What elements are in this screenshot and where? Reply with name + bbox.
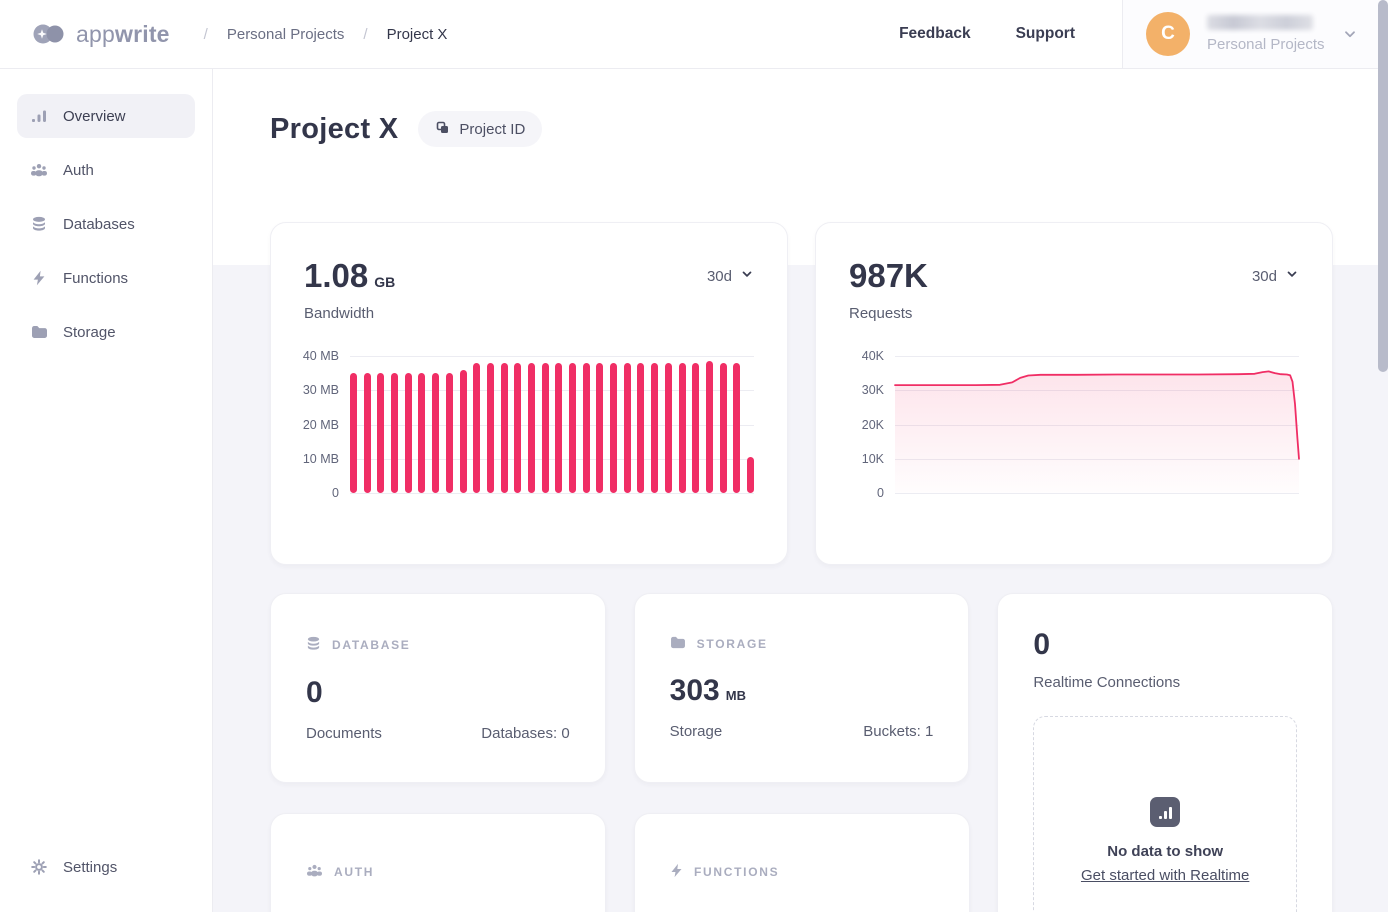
sidebar-item-settings[interactable]: Settings [17,845,195,889]
breadcrumb: / Personal Projects / Project X [204,26,448,43]
folder-icon [670,636,686,652]
charts-row: 1.08GB Bandwidth 30d 40 MB30 MB20 MB10 M… [270,222,1333,565]
storage-label: Storage [670,723,723,740]
support-link[interactable]: Support [1016,25,1075,43]
bandwidth-bars [350,356,754,493]
storage-card: STORAGE 303MB Storage Buckets: 1 [634,593,970,783]
appwrite-logo-icon [32,22,67,46]
project-id-button[interactable]: Project ID [418,111,542,147]
documents-label: Documents [306,725,382,742]
sidebar-item-label: Databases [63,216,135,233]
sidebar-item-functions[interactable]: Functions [17,256,195,300]
breadcrumb-organization[interactable]: Personal Projects [227,26,345,43]
lightning-icon [30,270,48,286]
requests-value: 987K [849,259,928,292]
users-icon [30,162,48,178]
get-started-realtime-link[interactable]: Get started with Realtime [1081,867,1249,884]
users-icon [306,863,323,881]
appwrite-logo[interactable]: appwrite [32,21,170,48]
sidebar-item-label: Settings [63,859,117,876]
bar-chart-icon [30,108,48,124]
breadcrumb-separator: / [363,26,367,43]
bandwidth-plot [350,356,754,493]
topbar-links: Feedback Support [899,25,1075,43]
database-icon [306,636,321,654]
documents-count: 0 [306,678,570,708]
realtime-card: 0 Realtime Connections No data to show G… [997,593,1333,912]
sidebar: Overview Auth Databases Functions [0,69,213,912]
avatar: C [1146,12,1190,56]
sidebar-item-auth[interactable]: Auth [17,148,195,192]
bandwidth-value: 1.08GB [304,259,395,292]
realtime-empty-state: No data to show Get started with Realtim… [1033,716,1297,912]
bandwidth-label: Bandwidth [304,305,395,322]
chevron-down-icon [1285,267,1299,285]
breadcrumb-project[interactable]: Project X [387,26,448,43]
functions-card-header: FUNCTIONS [694,865,779,879]
functions-card: FUNCTIONS [634,813,970,912]
chevron-down-icon [740,267,754,285]
no-data-chart-icon [1150,797,1180,827]
databases-count-label: Databases: 0 [481,725,569,742]
auth-card: AUTH [270,813,606,912]
vertical-scrollbar[interactable] [1378,0,1388,372]
realtime-connections-count: 0 [1033,630,1297,660]
app-root: appwrite / Personal Projects / Project X… [0,0,1388,912]
user-menu[interactable]: C Personal Projects [1122,0,1388,68]
project-id-label: Project ID [459,121,525,138]
requests-chart: 40K30K20K10K0 [849,356,1299,493]
requests-card: 987K Requests 30d 40K30K20K10K0 [815,222,1333,565]
user-name-redacted [1207,15,1313,30]
sidebar-item-label: Storage [63,324,116,341]
database-icon [30,216,48,232]
topbar: appwrite / Personal Projects / Project X… [0,0,1388,69]
no-data-title: No data to show [1107,843,1223,860]
chevron-down-icon [1342,26,1358,42]
folder-icon [30,325,48,339]
user-organization: Personal Projects [1207,36,1325,53]
copy-icon [435,120,450,139]
lightning-icon [670,863,683,881]
sidebar-item-databases[interactable]: Databases [17,202,195,246]
sidebar-item-label: Functions [63,270,128,287]
database-card: DATABASE 0 Documents Databases: 0 [270,593,606,783]
gear-icon [30,859,48,875]
auth-card-header: AUTH [334,865,374,879]
user-text: Personal Projects [1207,15,1325,53]
requests-label: Requests [849,305,928,322]
stats-row: DATABASE 0 Documents Databases: 0 STORAG… [270,593,1333,783]
page-head: Project X Project ID [270,69,1333,147]
bandwidth-range-dropdown[interactable]: 30d [707,267,754,285]
bandwidth-y-axis: 40 MB30 MB20 MB10 MB0 [304,356,350,493]
range-value: 30d [1252,268,1277,285]
sidebar-item-label: Overview [63,108,126,125]
range-value: 30d [707,268,732,285]
sidebar-item-label: Auth [63,162,94,179]
bandwidth-chart: 40 MB30 MB20 MB10 MB0 [304,356,754,493]
storage-card-header: STORAGE [697,637,768,651]
requests-line-chart [895,356,1299,493]
page-title: Project X [270,113,398,146]
appwrite-logo-text: appwrite [76,21,170,48]
sidebar-item-storage[interactable]: Storage [17,310,195,354]
requests-y-axis: 40K30K20K10K0 [849,356,895,493]
bandwidth-card: 1.08GB Bandwidth 30d 40 MB30 MB20 MB10 M… [270,222,788,565]
breadcrumb-separator: / [204,26,208,43]
requests-range-dropdown[interactable]: 30d [1252,267,1299,285]
sidebar-item-overview[interactable]: Overview [17,94,195,138]
storage-size: 303MB [670,676,934,706]
main-content: Project X Project ID 1.08GB Bandwidth [213,69,1388,912]
realtime-connections-label: Realtime Connections [1033,674,1297,691]
feedback-link[interactable]: Feedback [899,25,971,43]
buckets-count-label: Buckets: 1 [863,723,933,740]
requests-plot [895,356,1299,493]
database-card-header: DATABASE [332,638,411,652]
